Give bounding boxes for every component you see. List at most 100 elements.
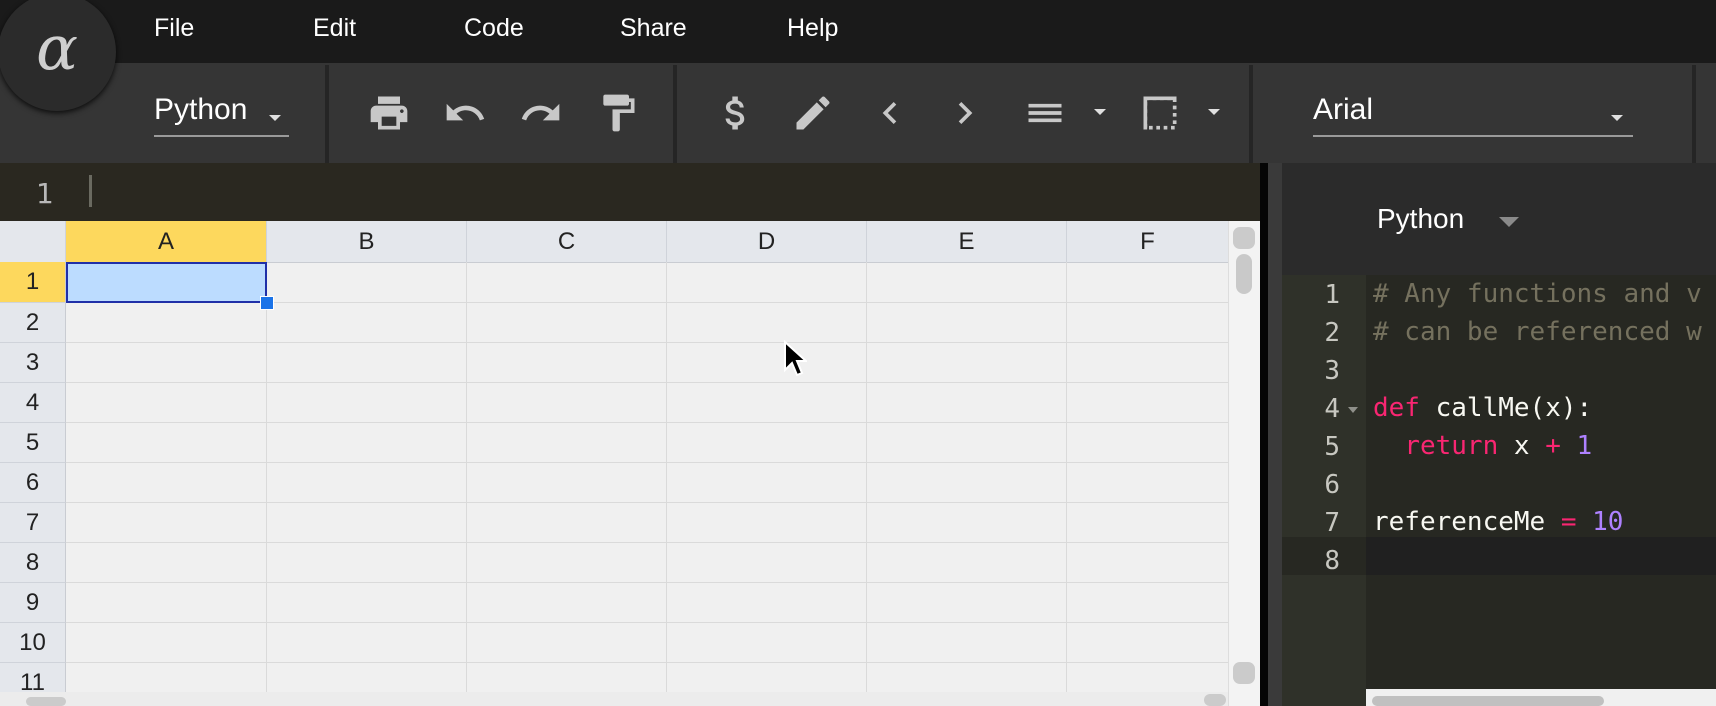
cell-e5[interactable]	[867, 423, 1067, 463]
cell-c3[interactable]	[467, 343, 667, 383]
borders-icon[interactable]	[1138, 91, 1182, 135]
panel-splitter[interactable]	[1260, 163, 1268, 706]
currency-icon[interactable]	[714, 91, 758, 135]
code-line[interactable]: # can be referenced w	[1373, 317, 1702, 347]
menu-help[interactable]: Help	[787, 14, 838, 43]
cell-d5[interactable]	[667, 423, 867, 463]
print-icon[interactable]	[367, 91, 411, 135]
menu-file[interactable]: File	[154, 14, 194, 43]
cell-b2[interactable]	[267, 303, 467, 343]
panel-splitter-edge[interactable]	[1268, 163, 1282, 706]
cell-b4[interactable]	[267, 383, 467, 423]
spreadsheet-grid[interactable]: A B C D E F 1 2 3 4 5 6 7 8 9 10 11	[0, 221, 1260, 706]
chevron-right-icon[interactable]	[943, 91, 987, 135]
cell-d9[interactable]	[667, 583, 867, 623]
menu-code[interactable]: Code	[464, 14, 524, 43]
undo-icon[interactable]	[443, 91, 487, 135]
fill-handle[interactable]	[260, 296, 274, 310]
cell-f4[interactable]	[1067, 383, 1229, 423]
cell-d4[interactable]	[667, 383, 867, 423]
cell-b7[interactable]	[267, 503, 467, 543]
cell-f8[interactable]	[1067, 543, 1229, 583]
cell-e8[interactable]	[867, 543, 1067, 583]
cell-e9[interactable]	[867, 583, 1067, 623]
code-line[interactable]: def callMe(x):	[1373, 393, 1592, 423]
cell-a8[interactable]	[66, 543, 267, 583]
cell-f5[interactable]	[1067, 423, 1229, 463]
cell-a6[interactable]	[66, 463, 267, 503]
column-header-f[interactable]: F	[1067, 221, 1229, 263]
scroll-down-button[interactable]	[1233, 662, 1255, 684]
fold-arrow-icon[interactable]	[1348, 407, 1358, 413]
redo-icon[interactable]	[519, 91, 563, 135]
cell-c9[interactable]	[467, 583, 667, 623]
cell-f9[interactable]	[1067, 583, 1229, 623]
cell-f6[interactable]	[1067, 463, 1229, 503]
cell-e4[interactable]	[867, 383, 1067, 423]
code-language-select[interactable]: Python	[1377, 203, 1464, 235]
cell-d1[interactable]	[667, 262, 867, 303]
cell-b6[interactable]	[267, 463, 467, 503]
align-icon[interactable]	[1023, 91, 1067, 135]
formula-bar[interactable]: 1	[0, 163, 1260, 221]
cell-f7[interactable]	[1067, 503, 1229, 543]
row-header-2[interactable]: 2	[0, 303, 66, 343]
align-dropdown-caret-icon[interactable]	[1094, 109, 1106, 115]
row-header-7[interactable]: 7	[0, 503, 66, 543]
cell-e7[interactable]	[867, 503, 1067, 543]
cell-b1[interactable]	[267, 262, 467, 303]
column-header-c[interactable]: C	[467, 221, 667, 263]
row-header-10[interactable]: 10	[0, 623, 66, 663]
cell-c4[interactable]	[467, 383, 667, 423]
cell-c5[interactable]	[467, 423, 667, 463]
cell-d8[interactable]	[667, 543, 867, 583]
vertical-scroll-thumb[interactable]	[1236, 254, 1252, 294]
cell-a4[interactable]	[66, 383, 267, 423]
scroll-right-button[interactable]	[1204, 694, 1226, 706]
cell-a10[interactable]	[66, 623, 267, 663]
cell-e2[interactable]	[867, 303, 1067, 343]
cell-b3[interactable]	[267, 343, 467, 383]
language-select[interactable]: Python	[154, 93, 289, 137]
column-header-e[interactable]: E	[867, 221, 1067, 263]
column-header-b[interactable]: B	[267, 221, 467, 263]
cell-a2[interactable]	[66, 303, 267, 343]
cell-b10[interactable]	[267, 623, 467, 663]
cell-f3[interactable]	[1067, 343, 1229, 383]
column-header-a[interactable]: A	[66, 221, 267, 263]
cell-e6[interactable]	[867, 463, 1067, 503]
cell-a3[interactable]	[66, 343, 267, 383]
cell-d6[interactable]	[667, 463, 867, 503]
row-header-5[interactable]: 5	[0, 423, 66, 463]
cell-b8[interactable]	[267, 543, 467, 583]
paint-format-icon[interactable]	[596, 91, 640, 135]
row-header-3[interactable]: 3	[0, 343, 66, 383]
row-header-9[interactable]: 9	[0, 583, 66, 623]
horizontal-scroll-thumb[interactable]	[26, 697, 66, 706]
cell-a9[interactable]	[66, 583, 267, 623]
menu-share[interactable]: Share	[620, 14, 687, 43]
chevron-down-icon[interactable]	[1499, 217, 1519, 227]
cell-f10[interactable]	[1067, 623, 1229, 663]
cell-a5[interactable]	[66, 423, 267, 463]
cell-c6[interactable]	[467, 463, 667, 503]
scroll-up-button[interactable]	[1233, 227, 1255, 249]
borders-dropdown-caret-icon[interactable]	[1208, 109, 1220, 115]
cell-c1[interactable]	[467, 262, 667, 303]
cell-c7[interactable]	[467, 503, 667, 543]
cell-c8[interactable]	[467, 543, 667, 583]
cell-d7[interactable]	[667, 503, 867, 543]
cell-d3[interactable]	[667, 343, 867, 383]
code-line[interactable]: # Any functions and v	[1373, 279, 1702, 309]
font-select[interactable]: Arial	[1313, 93, 1633, 137]
cell-f2[interactable]	[1067, 303, 1229, 343]
row-header-4[interactable]: 4	[0, 383, 66, 423]
column-header-d[interactable]: D	[667, 221, 867, 263]
cell-b9[interactable]	[267, 583, 467, 623]
horizontal-scrollbar[interactable]	[0, 692, 1228, 706]
row-header-8[interactable]: 8	[0, 543, 66, 583]
cell-a7[interactable]	[66, 503, 267, 543]
cell-b5[interactable]	[267, 423, 467, 463]
code-horizontal-scroll-thumb[interactable]	[1372, 696, 1604, 706]
cell-e1[interactable]	[867, 262, 1067, 303]
